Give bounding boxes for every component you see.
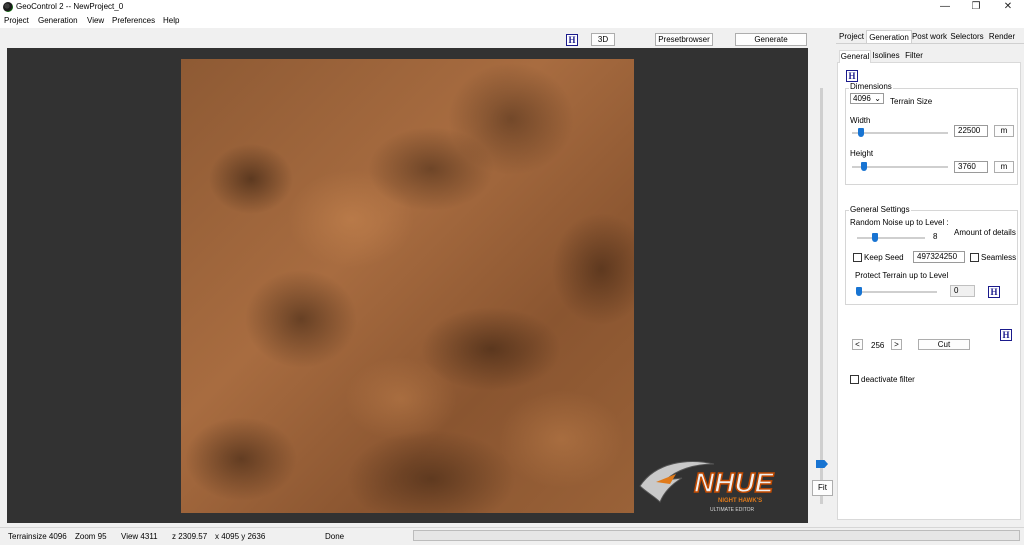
presetbrowser-button[interactable]: Presetbrowser [655,33,713,46]
seed-field[interactable]: 497324250 [913,251,965,263]
keep-seed-label: Keep Seed [864,253,904,262]
fit-button[interactable]: Fit [812,480,833,496]
noise-slider-thumb[interactable] [872,233,878,242]
menu-preferences[interactable]: Preferences [112,16,155,25]
deactivate-filter-label: deactivate filter [861,375,915,384]
width-label: Width [850,116,871,125]
dimensions-title: Dimensions [849,82,893,91]
height-unit-button[interactable]: m [994,161,1014,173]
terrain-size-value: 4096 [853,94,871,103]
zoom-slider-track[interactable] [820,88,823,504]
menu-generation[interactable]: Generation [38,16,78,25]
logo-name: NHUE [694,467,775,498]
protect-field[interactable]: 0 [950,285,975,297]
protect-slider-thumb[interactable] [856,287,862,296]
general-settings-title: General Settings [849,205,911,214]
noise-label: Random Noise up to Level : [850,218,949,227]
height-label: Height [850,149,874,158]
cut-next-button[interactable]: > [891,339,902,350]
deactivate-filter-checkbox[interactable] [850,375,859,384]
status-terrainsize: Terrainsize 4096 [8,532,67,541]
logo-tagline-2: ULTIMATE EDITOR [710,507,755,513]
cut-help-h-button[interactable]: H [1000,329,1012,341]
status-z: z 2309.57 [172,532,208,541]
menu-project[interactable]: Project [4,16,29,25]
window-title: GeoControl 2 -- NewProject_0 [16,2,124,11]
tab-generation[interactable]: Generation [866,30,912,44]
logo-tagline-1: NIGHT HAWK'S [718,498,762,504]
cut-button[interactable]: Cut [918,339,970,350]
close-button[interactable]: ✕ [993,0,1023,14]
minimize-button[interactable]: — [930,0,960,14]
panel-help-h-button[interactable]: H [846,70,858,82]
status-state: Done [325,532,345,541]
seamless-checkbox[interactable] [970,253,979,262]
status-xy: x 4095 y 2636 [215,532,266,541]
zoom-slider-thumb[interactable] [816,460,828,468]
width-field[interactable]: 22500 [954,125,988,137]
title-bar [0,0,1024,14]
subtab-general[interactable]: General [839,50,871,63]
seamless-label: Seamless [981,253,1017,262]
terrain-size-select[interactable]: 4096 ⌄ [850,93,884,104]
tab-post-work[interactable]: Post work [911,30,948,43]
tab-selectors[interactable]: Selectors [950,30,984,43]
status-zoom: Zoom 95 [75,532,107,541]
generate-button[interactable]: Generate [735,33,807,46]
details-label: Amount of details [954,228,1016,237]
protect-slider[interactable] [857,291,937,293]
nhue-logo: NHUE NIGHT HAWK'S ULTIMATE EDITOR [639,461,775,513]
3d-button[interactable]: 3D [591,33,615,46]
width-slider-thumb[interactable] [858,128,864,137]
help-h-button[interactable]: H [566,34,578,46]
chevron-down-icon: ⌄ [874,94,881,103]
height-slider-thumb[interactable] [861,162,867,171]
width-unit-button[interactable]: m [994,125,1014,137]
tab-render[interactable]: Render [987,30,1017,43]
cut-prev-button[interactable]: < [852,339,863,350]
app-icon [3,2,13,12]
terrain-preview[interactable] [181,59,634,513]
width-slider[interactable] [852,132,948,134]
menu-help[interactable]: Help [163,16,179,25]
protect-label: Protect Terrain up to Level [855,271,949,280]
protect-help-h-button[interactable]: H [988,286,1000,298]
status-view: View 4311 [121,532,158,541]
maximize-button[interactable]: ❐ [961,0,991,14]
noise-value: 8 [933,232,938,241]
progress-bar [413,530,1020,541]
tab-project[interactable]: Project [837,30,866,43]
menu-view[interactable]: View [87,16,104,25]
noise-slider[interactable] [857,237,925,239]
cut-value: 256 [871,341,885,350]
subtab-filter[interactable]: Filter [902,50,926,62]
terrain-size-label: Terrain Size [890,97,933,106]
keep-seed-checkbox[interactable] [853,253,862,262]
height-field[interactable]: 3760 [954,161,988,173]
subtab-isolines[interactable]: Isolines [871,50,901,62]
tab-divider [836,43,1024,44]
